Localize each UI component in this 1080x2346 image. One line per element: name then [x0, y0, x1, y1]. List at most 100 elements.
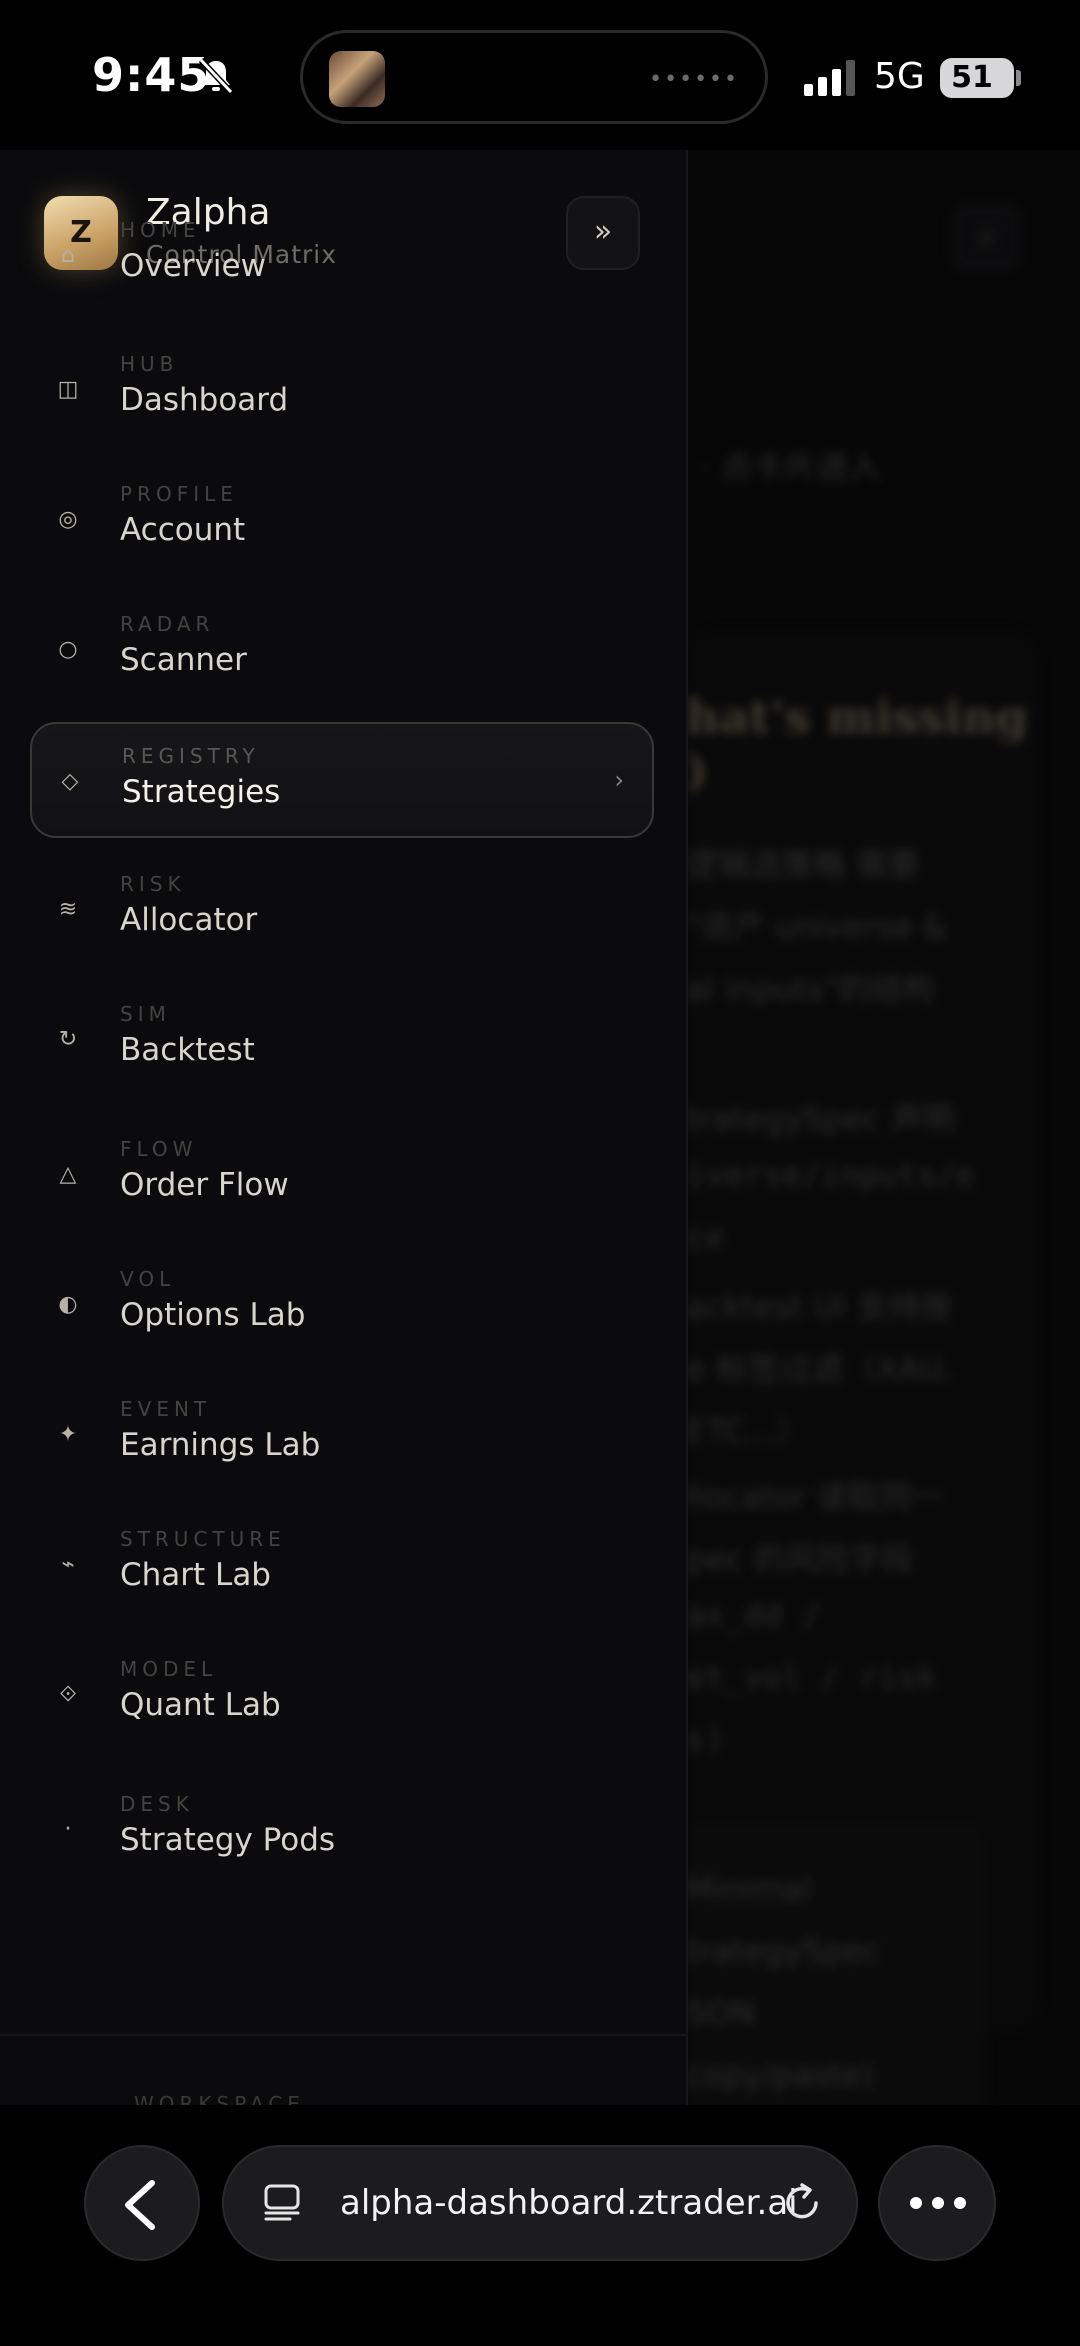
dynamic-island[interactable]: ••••••: [300, 30, 768, 124]
nav-item-kicker: RADAR: [120, 612, 215, 636]
nav-item-label: Dashboard: [120, 382, 289, 418]
nav-item-label: Quant Lab: [120, 1687, 281, 1723]
browser-toolbar: alpha-dashboard.ztrader.ai: [0, 2105, 1080, 2346]
nav-item-quant-lab[interactable]: ⟐ MODEL Quant Lab: [30, 1637, 654, 1753]
background-text: ce: [686, 1218, 725, 1256]
url-text: alpha-dashboard.ztrader.ai: [340, 2183, 798, 2223]
nav-item-order-flow[interactable]: △ FLOW Order Flow: [30, 1117, 654, 1233]
nav-item-scanner[interactable]: ○ RADAR Scanner: [30, 592, 654, 708]
chevron-left-icon: [125, 2180, 155, 2230]
nav-item-kicker: DESK: [120, 1792, 194, 1816]
nav-item-strategy-pods[interactable]: · DESK Strategy Pods: [30, 1772, 654, 1888]
background-text: llocator 读取同一: [686, 1478, 945, 1516]
battery-icon: 51: [940, 58, 1014, 98]
background-close-icon: ×: [950, 202, 1022, 274]
background-heading-2: ): [686, 744, 708, 798]
nav-item-label: Earnings Lab: [120, 1427, 321, 1463]
background-text: ETC...）: [686, 1412, 809, 1450]
status-bar: 9:45 •••••• 5G 51: [0, 0, 1080, 150]
tabs-icon: [264, 2184, 300, 2221]
zigzag-icon: ⌁: [61, 1552, 75, 1577]
nav-item-account[interactable]: ◎ PROFILE Account: [30, 462, 654, 578]
clock: 9:45: [92, 48, 211, 102]
background-page-content: × · 点卡片进入 hat's missing ) 逻辑选策略 需要 "资产 u…: [686, 150, 1080, 2105]
background-text: pec 的风险字段: [686, 1540, 914, 1578]
background-text: "资产 universe &: [686, 908, 948, 946]
background-text: ax_dd /: [686, 1596, 821, 1634]
workspace-section-label: WORKSPACE: [134, 2092, 305, 2105]
nav-item-label: Scanner: [120, 642, 247, 678]
nav-item-label: Strategy Pods: [120, 1822, 336, 1858]
loop-icon: ↻: [58, 1027, 78, 1052]
background-text: trategySpec 声明: [686, 1100, 955, 1138]
reload-icon[interactable]: [780, 2181, 824, 2225]
background-text: trategySpec: [686, 1932, 881, 1970]
dot-icon: ·: [64, 1817, 72, 1842]
bell-muted-icon: [198, 57, 234, 95]
nav-item-kicker: STRUCTURE: [120, 1527, 286, 1551]
more-icon: [910, 2197, 966, 2209]
nav-item-label: Chart Lab: [120, 1557, 271, 1593]
background-text: et_vol / risk: [686, 1658, 937, 1696]
cellular-signal-icon: [804, 60, 855, 96]
nav-item-label: Options Lab: [120, 1297, 306, 1333]
nav-item-options-lab[interactable]: ◐ VOL Options Lab: [30, 1247, 654, 1363]
nav-item-kicker: HOME: [120, 218, 201, 242]
nav-item-chart-lab[interactable]: ⌁ STRUCTURE Chart Lab: [30, 1507, 654, 1623]
nav-item-label: Backtest: [120, 1032, 255, 1068]
nav-item-kicker: MODEL: [120, 1657, 218, 1681]
nav-item-overview[interactable]: ⌂ HOME Overview: [30, 198, 654, 314]
background-text: copy/paste): [686, 2056, 875, 2094]
address-bar[interactable]: alpha-dashboard.ztrader.ai: [222, 2145, 858, 2261]
nav-item-strategies[interactable]: ◇ REGISTRY Strategies ›: [30, 722, 654, 838]
nav-item-label: Order Flow: [120, 1167, 289, 1203]
now-playing-artwork: [329, 51, 385, 107]
waveform-icon: ••••••: [649, 67, 739, 92]
nav-item-earnings-lab[interactable]: ✦ EVENT Earnings Lab: [30, 1377, 654, 1493]
network-type: 5G: [874, 56, 925, 97]
drawer-divider: [0, 2034, 686, 2036]
background-text: Minimal: [686, 1870, 812, 1908]
radar-icon: ○: [58, 637, 78, 662]
chevron-right-icon: ›: [614, 766, 624, 794]
more-options-button[interactable]: [878, 2145, 996, 2261]
background-page: × · 点卡片进入 hat's missing ) 逻辑选策略 需要 "资产 u…: [686, 150, 1080, 2105]
nav-item-label: Strategies: [122, 774, 281, 810]
nav-item-kicker: VOL: [120, 1267, 176, 1291]
wave-icon: ≋: [58, 897, 78, 922]
background-text: acktest UI 支持按: [686, 1288, 953, 1326]
nav-item-label: Allocator: [120, 902, 258, 938]
diamond-icon: ◇: [61, 769, 79, 794]
side-drawer: Z Zalpha Control Matrix » ⌂ HOME Overview ◫…: [0, 150, 688, 2105]
nav-item-allocator[interactable]: ≋ RISK Allocator: [30, 852, 654, 968]
background-intro: · 点卡片进入: [700, 448, 881, 486]
home-icon: ⌂: [61, 243, 75, 268]
background-heading: hat's missing: [686, 690, 1028, 744]
nav-item-label: Overview: [120, 248, 266, 284]
battery-level: 51: [951, 60, 993, 95]
background-text: s): [686, 1720, 725, 1758]
nav-item-dashboard[interactable]: ◫ HUB Dashboard: [30, 332, 654, 448]
background-text: SON: [686, 1994, 756, 2032]
sparkle-icon: ✦: [58, 1422, 78, 1447]
diamond-dot-icon: ⟐: [59, 1682, 77, 1707]
nav-item-kicker: PROFILE: [120, 482, 238, 506]
panel-icon: ◫: [57, 377, 79, 402]
nav-item-kicker: FLOW: [120, 1137, 198, 1161]
nav-item-kicker: EVENT: [120, 1397, 212, 1421]
nav-item-kicker: RISK: [120, 872, 186, 896]
background-text: 逻辑选策略 需要: [686, 846, 921, 884]
nav-item-kicker: REGISTRY: [122, 744, 260, 768]
nav-item-label: Account: [120, 512, 246, 548]
triangle-icon: △: [59, 1162, 77, 1187]
nav-item-kicker: HUB: [120, 352, 179, 376]
background-text: al inputs"的结构: [686, 970, 935, 1008]
back-button[interactable]: [84, 2145, 200, 2261]
half-circle-icon: ◐: [58, 1292, 78, 1317]
battery-cap: [1016, 70, 1021, 86]
background-text: iverse/inputs/e: [686, 1156, 975, 1194]
profile-icon: ◎: [58, 507, 78, 532]
background-text: e 标签过滤（XAU,: [686, 1350, 954, 1388]
nav-item-kicker: SIM: [120, 1002, 171, 1026]
nav-item-backtest[interactable]: ↻ SIM Backtest: [30, 982, 654, 1098]
